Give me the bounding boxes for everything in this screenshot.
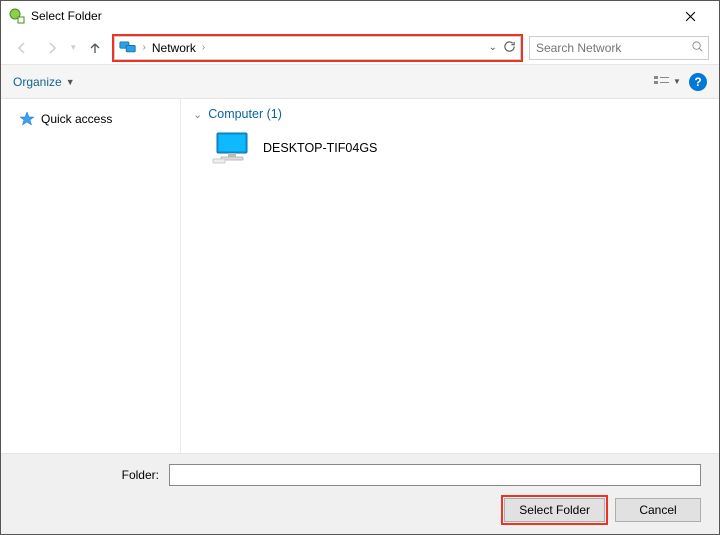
address-bar[interactable]: › Network › ⌄ [114,36,521,60]
group-label: Computer (1) [208,107,282,121]
forward-button[interactable] [41,37,63,59]
content-pane[interactable]: ⌄ Computer (1) DESKTOP-TIF04GS [181,99,719,453]
chevron-down-icon: ▼ [673,77,681,86]
view-options-button[interactable]: ▼ [653,71,681,93]
star-icon [19,111,35,127]
bottom-panel: Folder: Select Folder Cancel [1,453,719,534]
item-label: DESKTOP-TIF04GS [263,141,377,155]
titlebar: Select Folder [1,1,719,31]
main-area: Quick access ⌄ Computer (1) DESKT [1,99,719,453]
chevron-down-icon: ▼ [66,77,75,87]
sidebar-item-label: Quick access [41,112,112,126]
help-glyph: ? [694,75,701,89]
back-button[interactable] [11,37,33,59]
close-button[interactable] [668,1,713,31]
folder-input[interactable] [169,464,701,486]
refresh-button[interactable] [503,40,516,56]
sidebar-item-quick-access[interactable]: Quick access [9,109,172,129]
cancel-button[interactable]: Cancel [615,498,701,522]
command-bar: Organize ▼ ▼ ? [1,65,719,99]
select-folder-button[interactable]: Select Folder [504,498,605,522]
address-dropdown-icon[interactable]: ⌄ [489,42,497,53]
window-title: Select Folder [31,9,668,23]
app-icon [9,8,25,24]
help-button[interactable]: ? [689,73,707,91]
breadcrumb-network[interactable]: Network [152,41,196,55]
computer-icon [211,131,253,165]
computer-item[interactable]: DESKTOP-TIF04GS [193,127,707,169]
button-label: Cancel [639,503,676,517]
button-row: Select Folder Cancel [19,498,701,522]
recent-dropdown-icon[interactable]: ▾ [71,42,76,53]
navigation-row: ▾ › Network › ⌄ [1,31,719,65]
network-icon [119,41,137,55]
button-label: Select Folder [519,503,590,517]
search-icon [691,40,704,56]
organize-label: Organize [13,75,62,89]
up-button[interactable] [84,37,106,59]
organize-menu[interactable]: Organize ▼ [13,75,75,89]
navigation-pane: Quick access [1,99,181,453]
folder-row: Folder: [19,464,701,486]
chevron-down-icon: ⌄ [193,108,202,121]
chevron-right-icon: › [202,42,205,53]
search-box[interactable] [529,36,709,60]
folder-field-label: Folder: [19,468,159,482]
chevron-right-icon: › [143,42,146,53]
search-input[interactable] [536,41,691,55]
select-folder-dialog: Select Folder ▾ › Network › ⌄ [0,0,720,535]
group-header-computer[interactable]: ⌄ Computer (1) [193,107,707,121]
